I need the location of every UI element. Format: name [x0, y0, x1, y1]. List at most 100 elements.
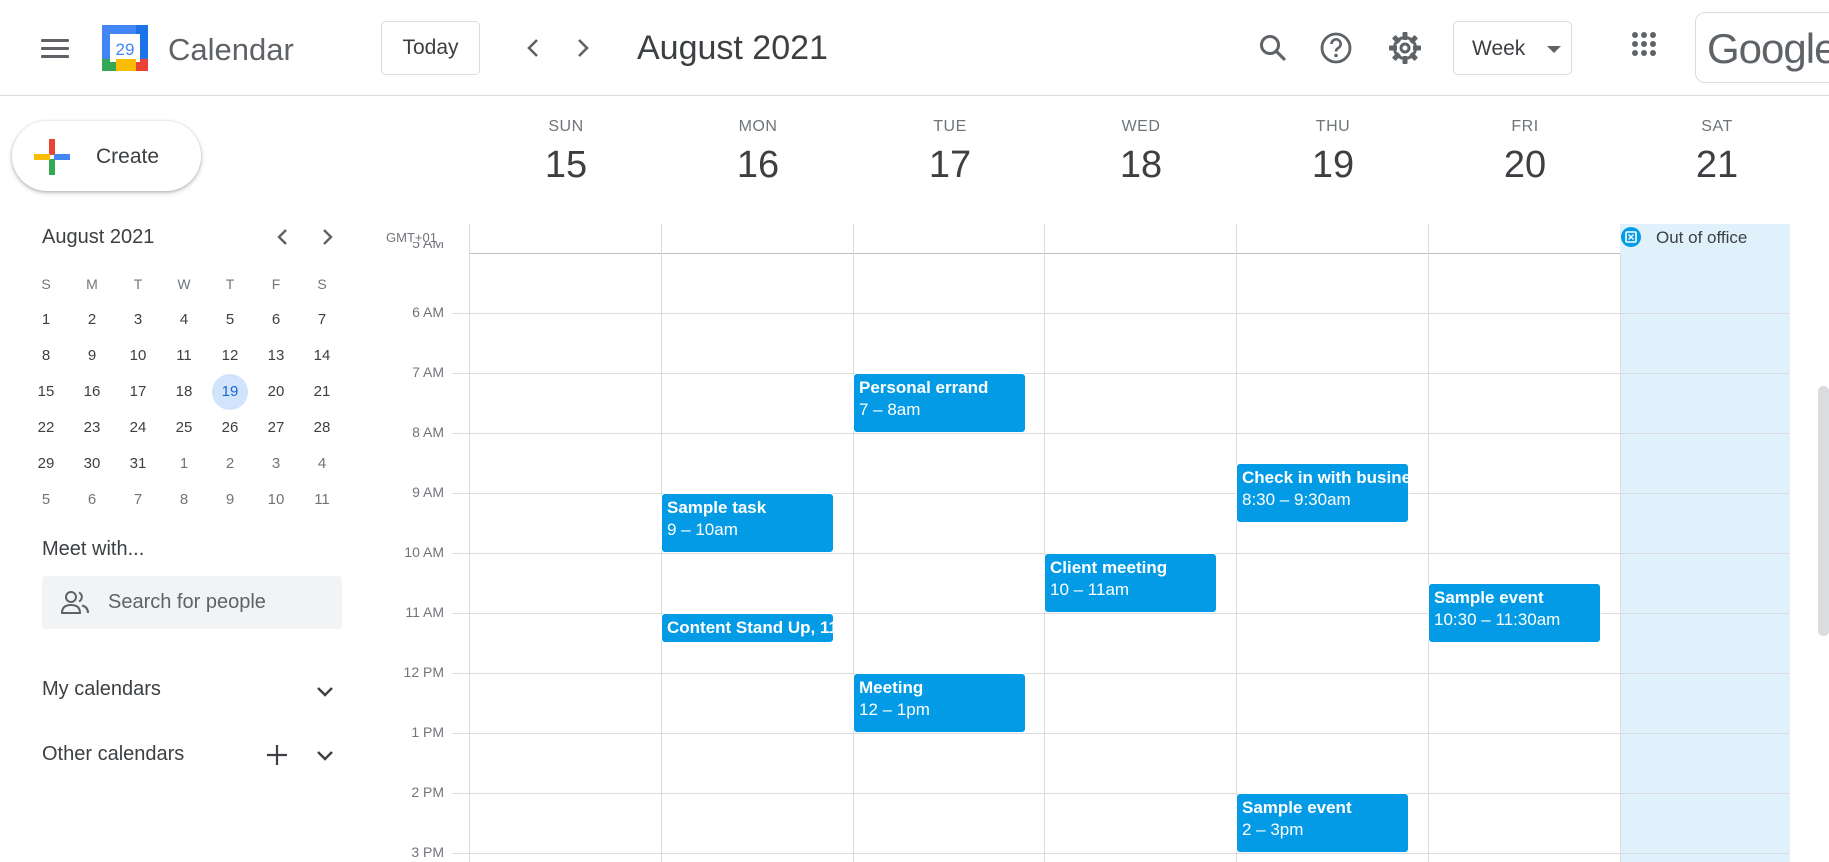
mini-calendar-day[interactable]: 30 [74, 446, 110, 482]
mini-calendar-today[interactable]: 19 [212, 374, 248, 410]
mini-calendar-day[interactable]: 28 [304, 410, 340, 446]
mini-calendar-day[interactable]: 29 [28, 446, 64, 482]
mini-calendar-day[interactable]: 18 [166, 374, 202, 410]
mini-calendar-day[interactable]: 2 [74, 302, 110, 338]
chevron-down-icon[interactable] [310, 740, 340, 770]
mini-calendar-day[interactable]: 9 [74, 338, 110, 374]
out-of-office-event[interactable]: Out of office [1620, 224, 1790, 254]
mini-calendar-day[interactable]: 1 [28, 302, 64, 338]
add-calendar-plus-icon[interactable] [262, 740, 292, 770]
event-title: Client meeting [1050, 558, 1168, 577]
mini-calendar-day[interactable]: 6 [258, 302, 294, 338]
mini-calendar-day[interactable]: 13 [258, 338, 294, 374]
create-button[interactable]: Create [12, 121, 201, 191]
day-date-number[interactable]: 19 [1237, 144, 1429, 187]
mini-calendar-day[interactable]: 23 [74, 410, 110, 446]
mini-calendar-next-button[interactable] [312, 222, 342, 252]
previous-week-button[interactable] [514, 28, 554, 68]
people-icon [60, 591, 89, 614]
day-date-number[interactable]: 20 [1429, 144, 1621, 187]
mini-calendar-day[interactable]: 22 [28, 410, 64, 446]
chevron-down-icon[interactable] [310, 676, 340, 706]
search-icon[interactable] [1249, 24, 1297, 72]
google-account-button[interactable]: Google [1695, 12, 1829, 83]
mini-calendar-prev-button[interactable] [268, 222, 298, 252]
out-of-office-icon [1621, 227, 1641, 247]
calendar-event[interactable]: Client meeting 10 – 11am [1044, 553, 1217, 613]
event-title: Sample event [1434, 588, 1544, 607]
hour-gridline [452, 793, 1789, 794]
event-title: Sample task [667, 498, 767, 517]
mini-calendar-day[interactable]: 3 [120, 302, 156, 338]
today-button[interactable]: Today [381, 21, 480, 75]
calendar-event[interactable]: Content Stand Up, 11 [661, 613, 834, 643]
calendar-event[interactable]: Personal errand 7 – 8am [853, 373, 1026, 433]
my-calendars-heading[interactable]: My calendars [42, 678, 161, 701]
day-date-number[interactable]: 21 [1621, 144, 1813, 187]
mini-calendar-day[interactable]: 1 [166, 446, 202, 482]
mini-calendar-day[interactable]: 26 [212, 410, 248, 446]
mini-calendar-day[interactable]: 5 [28, 482, 64, 518]
mini-calendar-day[interactable]: 16 [74, 374, 110, 410]
calendar-event[interactable]: Sample task 9 – 10am [661, 493, 834, 553]
menu-icon [41, 39, 69, 42]
vertical-scrollbar[interactable] [1818, 386, 1829, 636]
mini-calendar-day[interactable]: 20 [258, 374, 294, 410]
day-date-number[interactable]: 17 [854, 144, 1046, 187]
day-date-number[interactable]: 18 [1045, 144, 1237, 187]
out-of-office-day-shade [1620, 224, 1790, 862]
calendar-event[interactable]: Sample event 2 – 3pm [1236, 793, 1409, 853]
day-date-number[interactable]: 15 [470, 144, 662, 187]
mini-calendar-day[interactable]: 15 [28, 374, 64, 410]
mini-calendar-day[interactable]: 12 [212, 338, 248, 374]
mini-calendar-day[interactable]: 4 [166, 302, 202, 338]
day-of-week-label: THU [1315, 118, 1351, 135]
mini-calendar-day[interactable]: 24 [120, 410, 156, 446]
day-header-mon: MON 16 [662, 118, 854, 187]
mini-calendar-day[interactable]: 10 [120, 338, 156, 374]
mini-calendar-day[interactable]: 3 [258, 446, 294, 482]
settings-gear-icon[interactable] [1381, 24, 1429, 72]
hour-gridline [452, 313, 1789, 314]
plus-icon [34, 139, 70, 175]
mini-calendar-day[interactable]: 14 [304, 338, 340, 374]
main-menu-button[interactable] [30, 32, 78, 64]
mini-calendar-day[interactable]: 2 [212, 446, 248, 482]
mini-calendar-day[interactable]: 8 [166, 482, 202, 518]
calendar-event[interactable]: Sample event 10:30 – 11:30am [1428, 583, 1601, 643]
google-apps-button[interactable] [1623, 28, 1671, 68]
mini-calendar-day[interactable]: 11 [304, 482, 340, 518]
mini-calendar-day[interactable]: 7 [120, 482, 156, 518]
hour-label: 12 PM [403, 664, 444, 680]
mini-calendar-day[interactable]: 11 [166, 338, 202, 374]
calendar-event[interactable]: Check in with busine 8:30 – 9:30am [1236, 463, 1409, 523]
search-people-input[interactable] [108, 576, 328, 629]
day-header-tue: TUE 17 [854, 118, 1046, 187]
mini-calendar-day[interactable]: 5 [212, 302, 248, 338]
day-header-sat: SAT 21 [1621, 118, 1813, 187]
calendar-event[interactable]: Meeting 12 – 1pm [853, 673, 1026, 733]
mini-calendar-day[interactable]: 9 [212, 482, 248, 518]
mini-calendar-day[interactable]: 25 [166, 410, 202, 446]
mini-calendar-weekday: S [41, 276, 51, 292]
help-icon[interactable] [1312, 24, 1360, 72]
mini-calendar-day[interactable]: 21 [304, 374, 340, 410]
event-time: 2 – 3pm [1242, 820, 1304, 839]
mini-calendar-day[interactable]: 8 [28, 338, 64, 374]
day-header-wed: WED 18 [1045, 118, 1237, 187]
mini-calendar-day[interactable]: 27 [258, 410, 294, 446]
mini-calendar-day[interactable]: 7 [304, 302, 340, 338]
day-column-divider [1236, 224, 1237, 862]
out-of-office-label: Out of office [1656, 228, 1748, 247]
mini-calendar-day[interactable]: 6 [74, 482, 110, 518]
next-week-button[interactable] [562, 28, 602, 68]
event-time: 10:30 – 11:30am [1434, 610, 1561, 629]
mini-calendar-day[interactable]: 10 [258, 482, 294, 518]
mini-calendar-day[interactable]: 4 [304, 446, 340, 482]
mini-calendar-day[interactable]: 31 [120, 446, 156, 482]
people-search-box[interactable] [42, 576, 342, 629]
other-calendars-heading[interactable]: Other calendars [42, 743, 184, 766]
mini-calendar-day[interactable]: 17 [120, 374, 156, 410]
day-date-number[interactable]: 16 [662, 144, 854, 187]
view-selector-dropdown[interactable]: Week [1453, 21, 1572, 75]
